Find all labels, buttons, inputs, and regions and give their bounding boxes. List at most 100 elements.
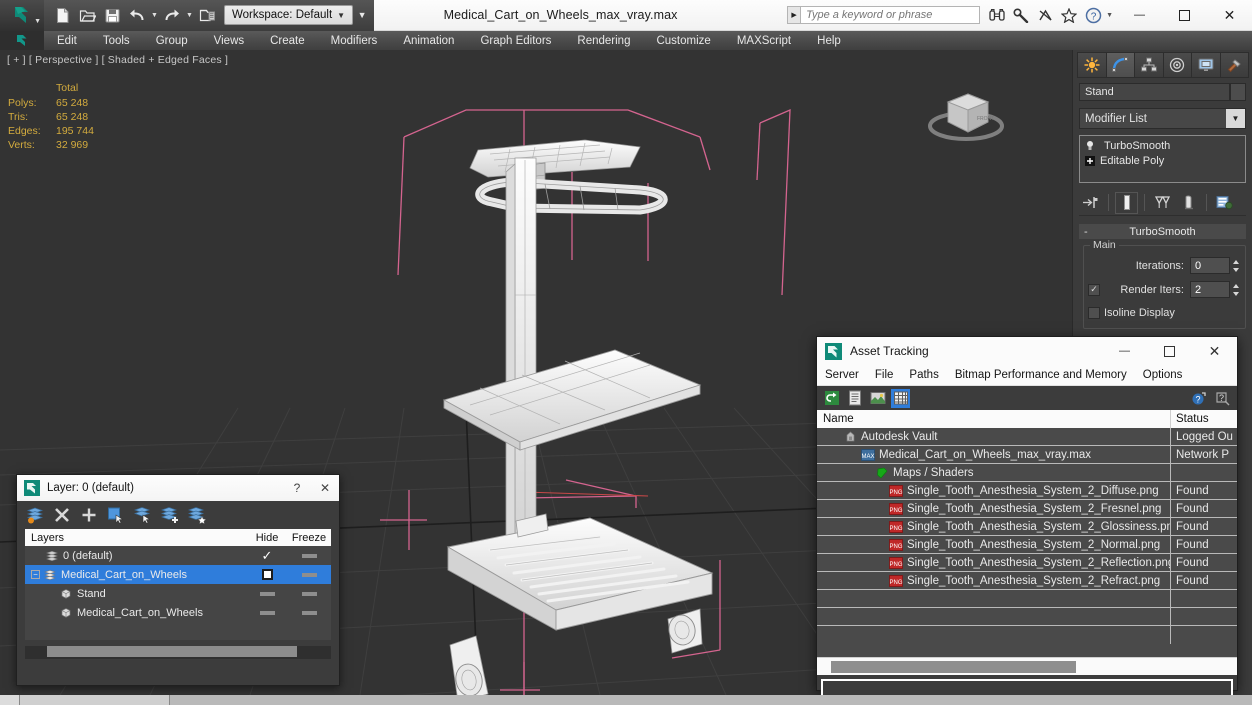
expand-collapse-icon[interactable]: − [31,570,40,579]
asset-tracking-dialog[interactable]: Asset Tracking — ✕ Server File Paths Bit… [816,336,1238,705]
show-end-result-icon[interactable] [1115,191,1138,214]
modify-tab-icon[interactable] [1105,52,1134,78]
asset-menu-options[interactable]: Options [1135,369,1191,381]
delete-layer-icon[interactable] [52,506,71,525]
object-hide-cell[interactable] [247,591,287,596]
object-freeze-cell-2[interactable] [287,610,331,615]
asset-scrollbar-thumb[interactable] [831,661,1076,673]
isoline-display-checkbox[interactable] [1088,307,1100,319]
asset-horizontal-scrollbar[interactable] [817,657,1237,675]
render-iters-stepper[interactable]: 2 [1190,281,1241,298]
modifier-stack[interactable]: TurboSmooth Editable Poly [1079,135,1246,183]
open-file-icon[interactable] [75,3,99,27]
menu-item-help[interactable]: Help [804,31,854,50]
asset-row-fresnel[interactable]: PNG Single_Tooth_Anesthesia_System_2_Fre… [817,499,1237,518]
search-input[interactable] [800,6,981,24]
modifier-stack-item-turbosmooth[interactable]: TurboSmooth [1080,138,1245,153]
asset-row-glossiness[interactable]: PNG Single_Tooth_Anesthesia_System_2_Glo… [817,517,1237,536]
asset-menu-server[interactable]: Server [817,369,867,381]
asset-menu-file[interactable]: File [867,369,902,381]
make-unique-icon[interactable] [1151,192,1174,214]
maximize-button[interactable] [1162,0,1207,31]
create-tab-icon[interactable] [1077,52,1106,78]
layer-hide-cell[interactable] [287,553,331,558]
asset-menu-bitmap-performance[interactable]: Bitmap Performance and Memory [947,369,1135,381]
binoculars-icon[interactable] [986,4,1008,26]
menu-item-animation[interactable]: Animation [390,31,467,50]
object-freeze-cell[interactable] [287,591,331,596]
help-icon[interactable]: ? [1082,4,1104,26]
asset-row-refract[interactable]: PNG Single_Tooth_Anesthesia_System_2_Ref… [817,571,1237,590]
layer-row-medical-cart[interactable]: − Medical_Cart_on_Wheels [25,565,331,584]
pin-stack-icon[interactable] [1079,192,1102,214]
layer-dialog-close-button[interactable]: ✕ [311,475,339,501]
rollout-header-turbosmooth[interactable]: - TurboSmooth [1079,224,1246,239]
iterations-value[interactable]: 0 [1190,257,1230,274]
refresh-icon[interactable] [822,389,841,408]
layer-hide-cell-2[interactable] [287,572,331,577]
undo-dropdown-icon[interactable]: ▼ [150,3,159,27]
menu-item-modifiers[interactable]: Modifiers [318,31,391,50]
menu-item-edit[interactable]: Edit [44,31,90,50]
context-help-icon[interactable]: ? [1213,389,1232,408]
render-iters-spinner-arrows[interactable] [1231,281,1241,298]
iterations-stepper[interactable]: 0 [1190,257,1241,274]
redo-icon[interactable] [160,3,184,27]
select-objects-in-layer-icon[interactable] [106,506,125,525]
modifier-stack-item-editable-poly[interactable]: Editable Poly [1080,153,1245,168]
render-iters-value[interactable]: 2 [1190,281,1230,298]
close-button[interactable]: ✕ [1207,0,1252,31]
list-view-icon[interactable] [845,389,864,408]
modifier-list-dropdown[interactable]: Modifier List ▼ [1079,108,1246,129]
menu-item-views[interactable]: Views [201,31,257,50]
layer-row-stand[interactable]: Stand [25,584,331,603]
star-icon[interactable] [1058,4,1080,26]
configure-sets-icon[interactable] [1213,192,1236,214]
menu-item-customize[interactable]: Customize [643,31,723,50]
asset-maximize-button[interactable] [1147,337,1192,365]
add-layer-icon[interactable] [79,506,98,525]
redo-dropdown-icon[interactable]: ▼ [185,3,194,27]
menu-item-maxscript[interactable]: MAXScript [724,31,804,50]
menu-item-graph-editors[interactable]: Graph Editors [467,31,564,50]
layer-row-medical-cart-object[interactable]: Medical_Cart_on_Wheels [25,603,331,622]
select-highlighted-objects-icon[interactable] [133,506,152,525]
save-file-icon[interactable] [100,3,124,27]
selected-object-name[interactable]: Stand [1079,83,1230,101]
minimize-button[interactable]: — [1117,0,1162,31]
app-logo-button[interactable]: ▼ [0,0,44,31]
asset-list[interactable]: Autodesk Vault Logged Ou MAX Medical_Car… [817,428,1237,657]
menu-item-tools[interactable]: Tools [90,31,143,50]
asset-row-diffuse[interactable]: PNG Single_Tooth_Anesthesia_System_2_Dif… [817,481,1237,500]
layer-dialog[interactable]: Layer: 0 (default) ? ✕ Layers Hide Freez… [16,474,340,686]
isoline-display-row[interactable]: Isoline Display [1088,304,1241,322]
utilities-tab-icon[interactable] [1219,52,1249,78]
asset-row-maxfile[interactable]: MAX Medical_Cart_on_Wheels_max_vray.max … [817,445,1237,464]
menu-item-group[interactable]: Group [143,31,201,50]
object-hide-cell-2[interactable] [247,610,287,615]
asset-row-vault[interactable]: Autodesk Vault Logged Ou [817,428,1237,446]
render-iters-checkbox[interactable]: ✓ [1088,283,1100,296]
asset-row-reflection[interactable]: PNG Single_Tooth_Anesthesia_System_2_Ref… [817,553,1237,572]
application-menu-button[interactable] [0,31,44,50]
layer-dialog-scrollbar-track[interactable] [25,646,331,659]
help-icon-asset[interactable]: ? [1190,389,1209,408]
remove-modifier-icon[interactable] [1177,192,1200,214]
autodesk-a360-icon[interactable] [1034,4,1056,26]
asset-row-normal[interactable]: PNG Single_Tooth_Anesthesia_System_2_Nor… [817,535,1237,554]
search-box[interactable]: ▶ [787,6,981,24]
grid-view-icon[interactable] [891,388,910,408]
object-color-swatch[interactable] [1230,83,1246,101]
set-project-folder-icon[interactable] [195,3,219,27]
undo-icon[interactable] [125,3,149,27]
iterations-spinner-arrows[interactable] [1231,257,1241,274]
asset-row-empty-3[interactable] [817,626,1237,644]
layer-list[interactable]: 0 (default) ✓ − Medical_Cart_on_Wheels S… [25,546,331,640]
display-tab-icon[interactable] [1191,52,1220,78]
hierarchy-tab-icon[interactable] [1134,52,1163,78]
wrench-icon[interactable] [1010,4,1032,26]
layer-set-current-cell[interactable] [247,569,287,580]
thumbnail-view-icon[interactable] [868,389,887,408]
menu-item-rendering[interactable]: Rendering [564,31,643,50]
layer-dialog-help-button[interactable]: ? [283,475,311,501]
